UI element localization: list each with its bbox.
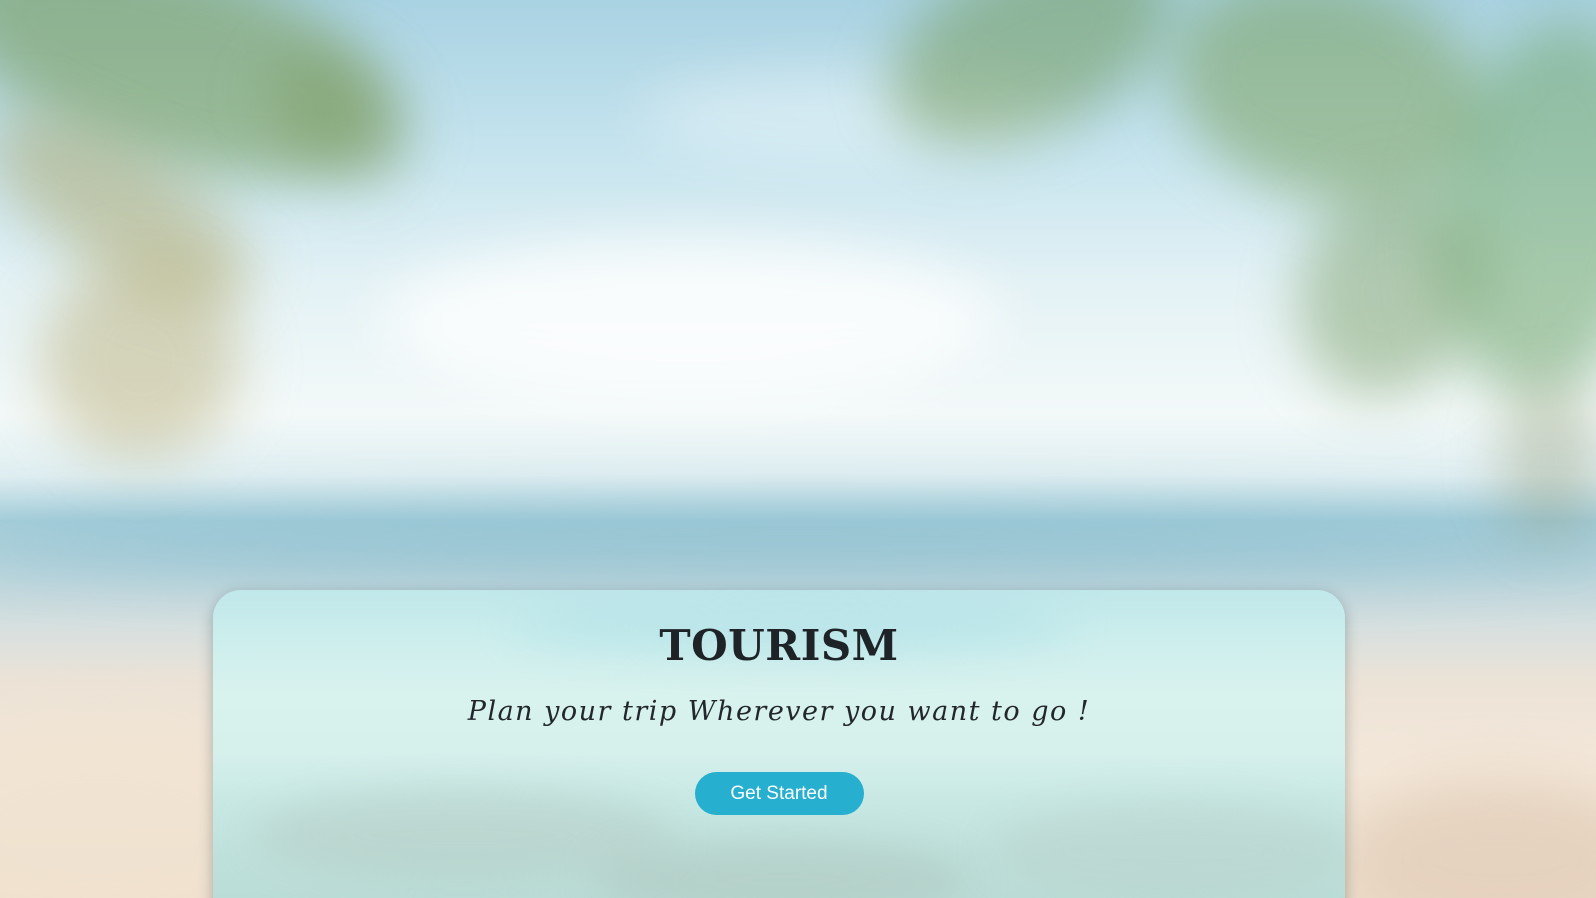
hero-card: TOURISM Plan your trip Wherever you want… (213, 590, 1345, 898)
hero-tagline: Plan your trip Wherever you want to go ! (467, 696, 1091, 727)
hero-title: TOURISM (659, 621, 899, 670)
get-started-button[interactable]: Get Started (694, 772, 864, 815)
